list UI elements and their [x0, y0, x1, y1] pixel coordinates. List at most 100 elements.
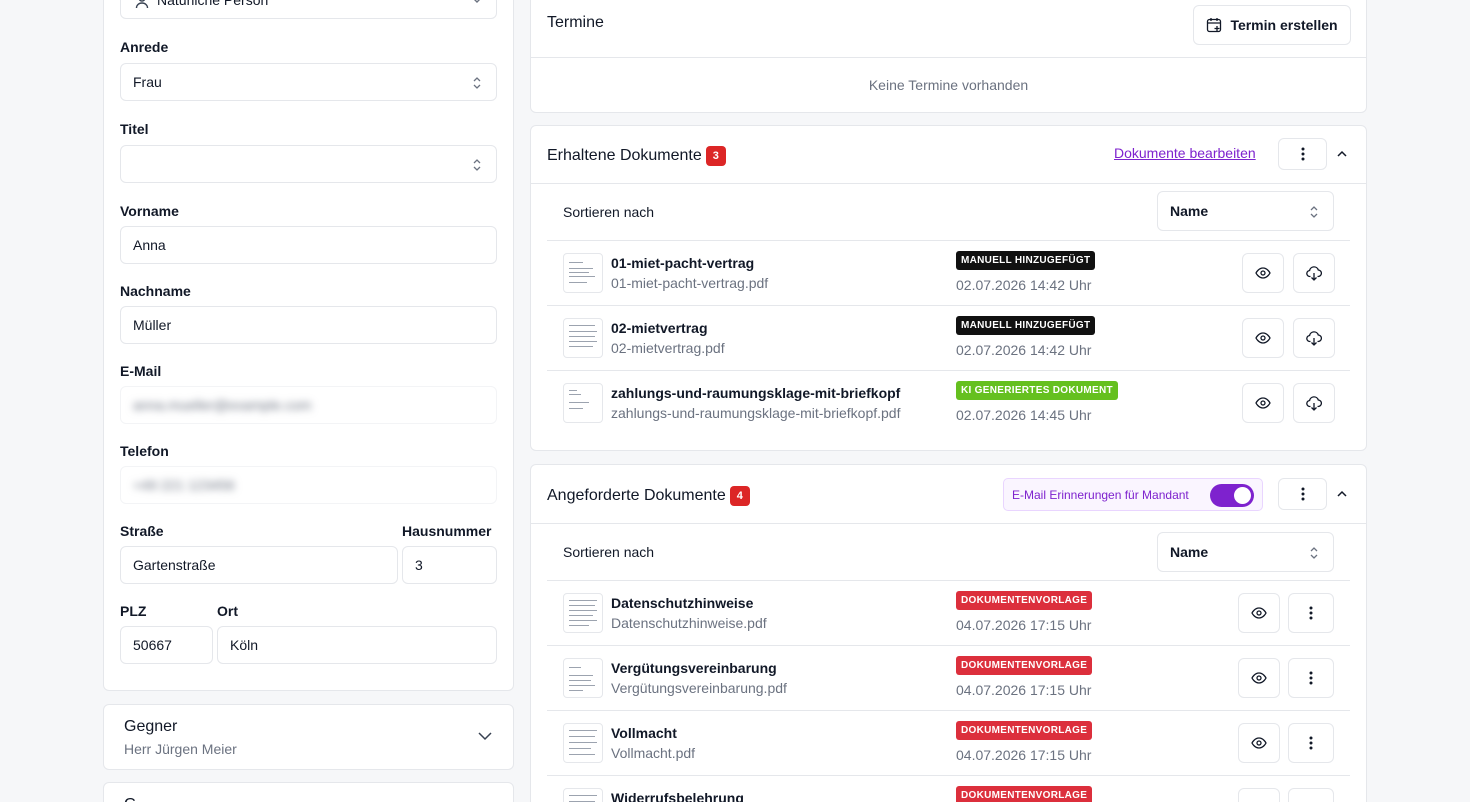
row-more-button[interactable]: [1288, 658, 1334, 698]
document-thumbnail: [563, 318, 603, 358]
phone-input[interactable]: +49 221 123456: [120, 466, 497, 504]
requested-count-badge: 4: [729, 486, 750, 506]
received-sort-select[interactable]: Name: [1157, 191, 1334, 231]
requested-more-button[interactable]: [1278, 478, 1327, 510]
email-reminder-toggle[interactable]: [1210, 484, 1254, 507]
divider: [531, 57, 1366, 58]
first-name-input[interactable]: Anna: [120, 226, 497, 264]
download-button[interactable]: [1293, 253, 1335, 293]
opponent-section[interactable]: Gegner Herr Jürgen Meier: [103, 704, 514, 770]
document-filename: Vollmacht.pdf: [611, 745, 696, 761]
street-label: Straße: [120, 523, 164, 539]
document-filename: Datenschutzhinweise.pdf: [611, 615, 767, 631]
client-form-card: Natürliche Person Anrede Frau Titel Vorn…: [103, 0, 514, 691]
document-date: 02.07.2026 14:42 Uhr: [956, 277, 1092, 293]
document-title[interactable]: Datenschutzhinweise: [611, 595, 753, 611]
document-title[interactable]: Vergütungsvereinbarung: [611, 660, 777, 676]
street-input[interactable]: Gartenstraße: [120, 546, 398, 584]
salutation-value: Frau: [133, 74, 162, 90]
document-title[interactable]: 02-mietvertrag: [611, 320, 708, 336]
preview-button[interactable]: [1238, 723, 1280, 763]
download-button[interactable]: [1293, 383, 1335, 423]
chevron-up-icon[interactable]: [1336, 149, 1348, 159]
appointments-card: Termine Termin erstellen Keine Termine v…: [530, 0, 1367, 113]
more-vertical-icon: [1309, 671, 1313, 685]
title-label: Titel: [120, 121, 149, 137]
document-thumbnail: [563, 383, 603, 423]
email-input[interactable]: anna.mueller@example.com: [120, 386, 497, 424]
row-more-button[interactable]: [1288, 723, 1334, 763]
chevron-down-icon: [478, 732, 492, 741]
row-more-button[interactable]: [1288, 593, 1334, 633]
document-filename: Vergütungsvereinbarung.pdf: [611, 680, 787, 696]
document-date: 02.07.2026 14:42 Uhr: [956, 342, 1092, 358]
received-more-button[interactable]: [1278, 138, 1327, 170]
more-vertical-icon: [1309, 606, 1313, 620]
document-row: Vergütungsvereinbarung Vergütungsvereinb…: [547, 645, 1350, 710]
chevron-down-icon: [474, 0, 480, 3]
chevron-updown-icon: [473, 77, 481, 89]
document-filename: zahlungs-und-raumungsklage-mit-briefkopf…: [611, 405, 901, 421]
person-type-select[interactable]: Natürliche Person: [120, 0, 497, 19]
document-thumbnail: [563, 723, 603, 763]
document-date: 02.07.2026 14:45 Uhr: [956, 407, 1092, 423]
email-reminder-toggle-group: E-Mail Erinnerungen für Mandant: [1003, 478, 1263, 511]
last-name-input[interactable]: Müller: [120, 306, 497, 344]
cloud-download-icon: [1306, 331, 1322, 346]
received-documents-title-text: Erhaltene Dokumente: [547, 147, 702, 164]
received-sort-value: Name: [1170, 203, 1209, 219]
download-button[interactable]: [1293, 318, 1335, 358]
document-title[interactable]: zahlungs-und-raumungsklage-mit-briefkopf: [611, 385, 900, 401]
zip-value: 50667: [133, 637, 172, 653]
preview-button[interactable]: [1242, 383, 1284, 423]
preview-button[interactable]: [1238, 788, 1280, 802]
more-vertical-icon: [1309, 736, 1313, 750]
document-title[interactable]: 01-miet-pacht-vertrag: [611, 255, 754, 271]
requested-sort-value: Name: [1170, 544, 1209, 560]
document-title[interactable]: Widerrufsbelehrung: [611, 790, 744, 802]
zip-label: PLZ: [120, 603, 147, 619]
received-documents-card: Erhaltene Dokumente 3 Dokumente bearbeite…: [530, 125, 1367, 451]
document-tag: DOKUMENTENVORLAGE: [956, 786, 1093, 802]
zip-input[interactable]: 50667: [120, 626, 213, 664]
document-thumbnail: [563, 658, 603, 698]
document-tag: MANUELL HINZUGEFÜGT: [956, 251, 1096, 270]
city-input[interactable]: Köln: [217, 626, 497, 664]
document-tag: DOKUMENTENVORLAGE: [956, 591, 1093, 610]
opponent-title: Gegner: [124, 718, 178, 735]
chevron-updown-icon: [473, 159, 481, 171]
house-number-input[interactable]: 3: [402, 546, 497, 584]
title-select[interactable]: [120, 145, 497, 183]
email-value: anna.mueller@example.com: [133, 397, 312, 413]
document-tag: DOKUMENTENVORLAGE: [956, 721, 1093, 740]
next-section[interactable]: G: [103, 782, 514, 802]
preview-button[interactable]: [1242, 318, 1284, 358]
eye-icon: [1255, 332, 1271, 344]
document-date: 04.07.2026 17:15 Uhr: [956, 682, 1092, 698]
opponent-name: Herr Jürgen Meier: [124, 741, 237, 757]
preview-button[interactable]: [1242, 253, 1284, 293]
document-row: 01-miet-pacht-vertrag 01-miet-pacht-vert…: [547, 240, 1350, 305]
eye-icon: [1251, 607, 1267, 619]
document-filename: 01-miet-pacht-vertrag.pdf: [611, 275, 769, 291]
salutation-select[interactable]: Frau: [120, 63, 497, 101]
document-title[interactable]: Vollmacht: [611, 725, 677, 741]
chevron-updown-icon: [1310, 206, 1318, 218]
row-more-button[interactable]: [1288, 788, 1334, 802]
appointments-empty-text: Keine Termine vorhanden: [868, 77, 1029, 93]
eye-icon: [1251, 672, 1267, 684]
received-count-badge: 3: [705, 146, 726, 166]
requested-sort-select[interactable]: Name: [1157, 532, 1334, 572]
preview-button[interactable]: [1238, 658, 1280, 698]
chevron-up-icon[interactable]: [1336, 489, 1348, 499]
create-appointment-button[interactable]: Termin erstellen: [1193, 5, 1351, 45]
edit-documents-link[interactable]: Dokumente bearbeiten: [1114, 145, 1256, 161]
salutation-label: Anrede: [120, 39, 169, 55]
calendar-plus-icon: [1207, 18, 1222, 33]
last-name-label: Nachname: [120, 283, 191, 299]
preview-button[interactable]: [1238, 593, 1280, 633]
eye-icon: [1251, 737, 1267, 749]
received-sort-label: Sortieren nach: [563, 204, 655, 220]
eye-icon: [1255, 397, 1271, 409]
document-row: zahlungs-und-raumungsklage-mit-briefkopf…: [547, 370, 1350, 435]
